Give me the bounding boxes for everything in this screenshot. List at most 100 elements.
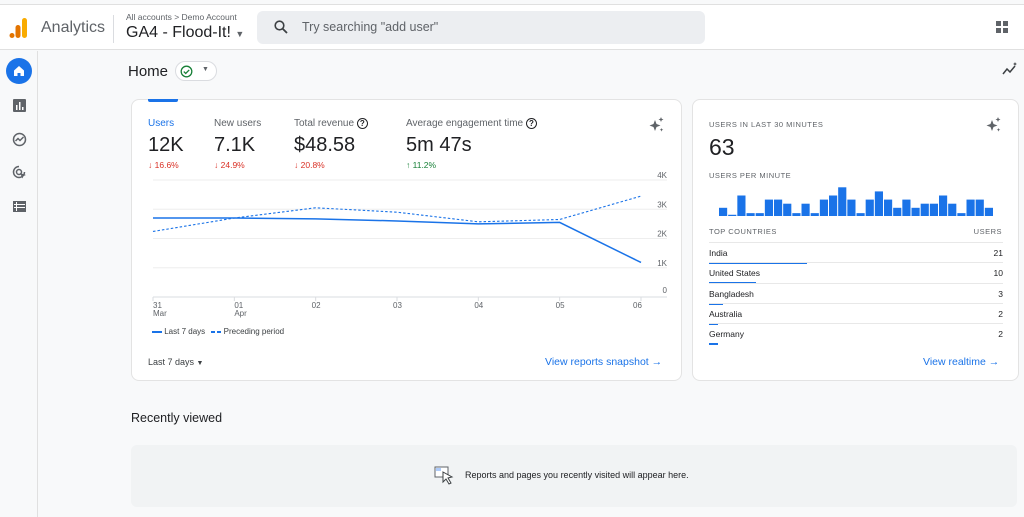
sidebar — [0, 51, 38, 517]
x-tick-label: 03 — [393, 301, 402, 310]
x-tick-day: 06 — [633, 301, 642, 310]
x-tick-month: Mar — [153, 309, 167, 318]
top-bar: Analytics All accounts > Demo Account GA… — [0, 4, 1024, 50]
recently-viewed-title: Recently viewed — [131, 411, 223, 425]
analytics-logo — [9, 18, 27, 38]
overview-card: Users 12K ↓ 16.6% New users 7.1K ↓ 24.9% T… — [131, 99, 682, 381]
minute-bar[interactable] — [939, 195, 948, 217]
minute-bar[interactable] — [874, 191, 883, 216]
date-range-dropdown[interactable]: Last 7 days ▼ — [148, 357, 203, 367]
x-tick-month: Apr — [234, 309, 247, 318]
legend-preceding-period: Preceding period — [223, 327, 285, 336]
users-line-chart: 4K 3K 2K 1K 0 31 Mar 01 Apr 02 03 04 05 06 — [152, 171, 668, 318]
x-tick-label: 02 — [312, 301, 321, 310]
minute-bar[interactable] — [737, 195, 746, 217]
recently-viewed-panel: Reports and pages you recently visited w… — [131, 445, 1017, 507]
arrow-right-icon: → — [651, 356, 663, 368]
sidebar-item-advertising[interactable] — [6, 159, 32, 185]
minute-bar[interactable] — [911, 207, 920, 216]
country-row[interactable]: Bangladesh 3 — [709, 282, 1003, 305]
divider — [113, 15, 114, 43]
minute-bar[interactable] — [719, 207, 728, 216]
x-tick-label: 31 Mar — [153, 301, 167, 318]
minute-bar[interactable] — [920, 203, 929, 216]
y-tick-label: 1K — [657, 259, 667, 268]
users-per-minute-chart — [719, 187, 993, 217]
x-tick-day: 04 — [474, 301, 483, 310]
sidebar-item-reports[interactable] — [6, 92, 32, 118]
bar-chart-icon — [12, 98, 26, 112]
property-selector[interactable]: GA4 - Flood-It! ▼ — [126, 24, 244, 42]
users-per-minute-label: USERS PER MINUTE — [709, 171, 792, 180]
sidebar-item-configure[interactable] — [6, 193, 32, 219]
link-label: View reports snapshot — [545, 356, 649, 368]
country-name: Bangladesh — [709, 288, 754, 299]
minute-bar[interactable] — [984, 207, 993, 216]
caret-down-icon: ▼ — [235, 29, 245, 39]
country-users: 2 — [998, 308, 1003, 319]
country-row[interactable]: United States 10 — [709, 262, 1003, 285]
minute-bar[interactable] — [893, 207, 902, 216]
legend-last-7-days: Last 7 days — [164, 327, 206, 336]
minute-bar[interactable] — [966, 199, 975, 216]
minute-bar[interactable] — [728, 214, 737, 216]
minute-bar[interactable] — [838, 187, 847, 216]
x-tick-label: 05 — [556, 301, 565, 310]
y-tick-label: 2K — [657, 230, 667, 239]
x-tick-day: 03 — [393, 301, 402, 310]
check-circle-icon — [180, 65, 193, 78]
country-row[interactable]: Australia 2 — [709, 302, 1003, 325]
page-title: Home — [128, 63, 169, 80]
y-tick-label: 0 — [663, 286, 668, 295]
country-users: 10 — [993, 268, 1003, 279]
minute-bar[interactable] — [957, 213, 966, 216]
country-name: Germany — [709, 329, 744, 340]
minute-bar[interactable] — [819, 199, 828, 216]
minute-bar[interactable] — [847, 199, 856, 216]
ai-sparkle-icon[interactable] — [985, 117, 1002, 134]
minute-bar[interactable] — [948, 203, 957, 216]
country-name: United States — [709, 268, 761, 279]
country-row[interactable]: Germany 2 — [709, 323, 1003, 346]
sidebar-item-home[interactable] — [6, 58, 32, 84]
view-reports-snapshot-link[interactable]: View reports snapshot → — [545, 356, 662, 368]
realtime-users-value: 63 — [709, 134, 735, 160]
minute-bar[interactable] — [746, 213, 755, 216]
chart-legend: Last 7 days Preceding period — [152, 327, 284, 336]
breadcrumb[interactable]: All accounts > Demo Account — [126, 12, 237, 22]
country-name: Australia — [709, 308, 743, 319]
minute-bar[interactable] — [755, 213, 764, 216]
arrow-right-icon: → — [988, 356, 1000, 368]
minute-bar[interactable] — [829, 195, 838, 217]
minute-bar[interactable] — [801, 203, 810, 216]
view-realtime-link[interactable]: View realtime → — [923, 356, 999, 368]
minute-bar[interactable] — [865, 199, 874, 216]
caret-down-icon: ▼ — [202, 66, 209, 73]
minute-bar[interactable] — [792, 213, 801, 216]
minute-bar[interactable] — [764, 199, 773, 216]
property-name: GA4 - Flood-It! — [126, 24, 231, 41]
minute-bar[interactable] — [856, 213, 865, 216]
country-users: 3 — [998, 288, 1003, 299]
minute-bar[interactable] — [783, 203, 792, 216]
insights-icon[interactable] — [1002, 62, 1018, 76]
minute-bar[interactable] — [884, 199, 893, 216]
country-name: India — [709, 248, 728, 258]
country-users-bar — [709, 343, 719, 346]
search-input[interactable]: Try searching "add user" — [257, 11, 705, 44]
minute-bar[interactable] — [902, 199, 911, 216]
legend-dashed-swatch — [211, 330, 222, 333]
link-label: View realtime — [923, 356, 986, 368]
minute-bar[interactable] — [975, 199, 984, 216]
status-dropdown[interactable]: ▼ — [175, 61, 217, 81]
country-users: 21 — [993, 248, 1003, 258]
apps-grid-icon[interactable] — [996, 21, 1008, 33]
minute-bar[interactable] — [929, 203, 938, 216]
search-placeholder: Try searching "add user" — [302, 20, 439, 34]
country-row[interactable]: India 21 — [709, 242, 1003, 264]
sidebar-item-explore[interactable] — [6, 126, 32, 152]
realtime-title: USERS IN LAST 30 MINUTES — [709, 120, 824, 129]
table-list-icon — [12, 200, 26, 212]
minute-bar[interactable] — [774, 199, 783, 216]
minute-bar[interactable] — [810, 213, 819, 216]
